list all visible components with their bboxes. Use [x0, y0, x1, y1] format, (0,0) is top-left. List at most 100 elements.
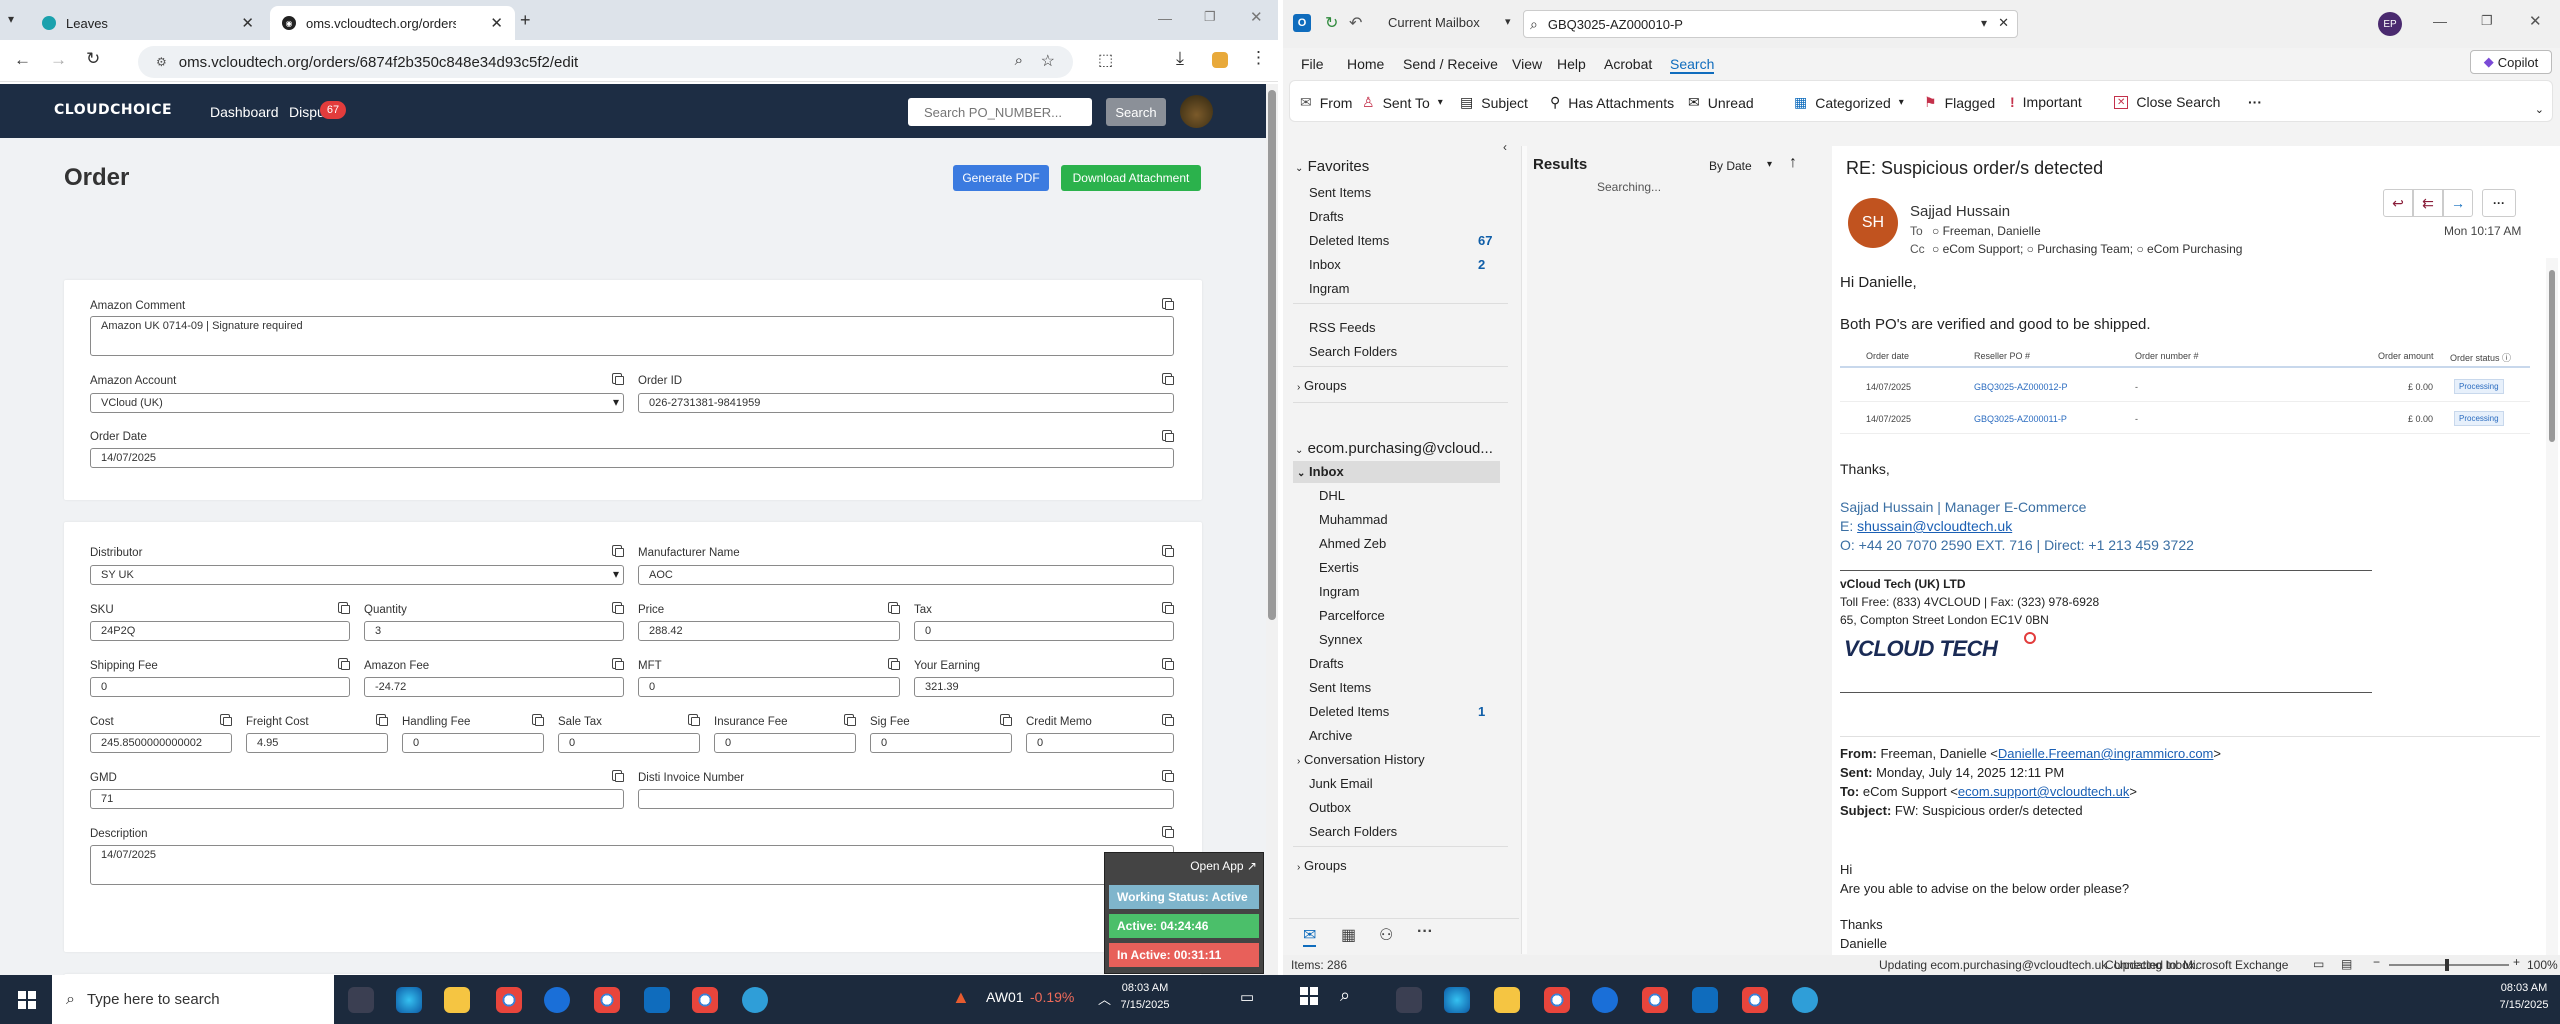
ribbon-close-search[interactable]: ✕ Close Search	[2114, 94, 2220, 110]
ribbon-important[interactable]: ! Important	[2010, 94, 2082, 110]
reading-scrollbar[interactable]	[2546, 258, 2558, 958]
people-icon[interactable]: ⚇	[1379, 925, 1393, 945]
groups-header[interactable]: › Groups	[1297, 858, 1347, 873]
reply-all-icon[interactable]: ⇇	[2413, 189, 2443, 217]
subfolder-item[interactable]: Ahmed Zeb	[1319, 536, 1386, 551]
menu-file[interactable]: File	[1301, 56, 1324, 72]
task-view-icon[interactable]	[348, 987, 374, 1013]
menu-view[interactable]: View	[1512, 56, 1542, 72]
po-link[interactable]: GBQ3025-AZ000011-P	[1974, 414, 2067, 424]
open-app-link[interactable]: Open App ↗	[1190, 859, 1257, 873]
copy-icon[interactable]	[1162, 770, 1174, 782]
normal-view-icon[interactable]: ▭	[2313, 957, 2324, 971]
insurance-fee-field[interactable]: 0	[714, 733, 856, 753]
menu-help[interactable]: Help	[1557, 56, 1586, 72]
site-info-icon[interactable]: ⚙	[156, 55, 167, 69]
po-search-input[interactable]	[908, 98, 1092, 126]
folder-item[interactable]: › Conversation History	[1297, 752, 1425, 767]
menu-send-receive[interactable]: Send / Receive	[1403, 56, 1498, 72]
search-icon[interactable]: ⌕	[1340, 985, 1350, 1006]
signature-email-link[interactable]: shussain@vcloudtech.uk	[1857, 518, 2012, 534]
chevron-down-icon[interactable]: ▾	[1767, 159, 1772, 170]
copy-icon[interactable]	[1162, 826, 1174, 838]
start-icon[interactable]	[1300, 987, 1318, 1005]
quantity-field[interactable]: 3	[364, 621, 624, 641]
ribbon-subject[interactable]: ▤ Subject	[1460, 94, 1528, 111]
tax-field[interactable]: 0	[914, 621, 1174, 641]
maximize-icon[interactable]: ❐	[2481, 13, 2493, 29]
to-recipient[interactable]: ○ Freeman, Danielle	[1932, 224, 2041, 238]
subfolder-item[interactable]: Ingram	[1319, 584, 1359, 599]
copy-icon[interactable]	[338, 658, 350, 670]
copy-icon[interactable]	[338, 602, 350, 614]
close-icon[interactable]: ✕	[490, 14, 503, 32]
zoom-in-icon[interactable]: +	[2513, 955, 2520, 969]
app-icon[interactable]	[742, 987, 768, 1013]
calendar-icon[interactable]: ▦	[1341, 925, 1356, 945]
tab-leaves[interactable]: Leaves ✕	[30, 6, 266, 40]
task-view-icon[interactable]	[1396, 987, 1422, 1013]
handling-fee-field[interactable]: 0	[402, 733, 544, 753]
chrome-profile-icon[interactable]	[1642, 987, 1668, 1013]
zoom-out-icon[interactable]: −	[2373, 955, 2380, 969]
file-explorer-icon[interactable]	[1494, 987, 1520, 1013]
download-icon[interactable]: ⤓	[1176, 48, 1184, 69]
menu-icon[interactable]: ⋮	[1250, 48, 1267, 68]
folder-item[interactable]: Deleted Items	[1309, 704, 1389, 719]
subfolder-item[interactable]: Parcelforce	[1319, 608, 1385, 623]
freight-cost-field[interactable]: 4.95	[246, 733, 388, 753]
order-id-field[interactable]: 026-2731381-9841959	[638, 393, 1174, 413]
folder-item[interactable]: Sent Items	[1309, 680, 1371, 695]
minimize-icon[interactable]: —	[1158, 10, 1172, 26]
ribbon-categorized[interactable]: ▦ Categorized ▾	[1794, 94, 1904, 111]
price-field[interactable]: 288.42	[638, 621, 900, 641]
chrome-profile-icon[interactable]	[594, 987, 620, 1013]
copy-icon[interactable]	[1162, 658, 1174, 670]
folder-item[interactable]: Search Folders	[1309, 824, 1397, 839]
zoom-app-icon[interactable]	[544, 987, 570, 1013]
chrome-profile-icon[interactable]	[692, 987, 718, 1013]
tab-orders[interactable]: ◉ oms.vcloudtech.org/orders/687 ✕	[270, 6, 515, 40]
folder-item[interactable]: Search Folders	[1309, 344, 1397, 359]
chevron-down-icon[interactable]: ▾	[1981, 16, 1987, 30]
copy-icon[interactable]	[612, 602, 624, 614]
amazon-comment-field[interactable]: Amazon UK 0714-09 | Signature required	[90, 316, 1174, 356]
sort-direction-icon[interactable]: ↑	[1789, 154, 1797, 172]
app-logo[interactable]: CLOUDCHOICE	[54, 102, 172, 118]
tab-search-icon[interactable]: ▾	[8, 12, 14, 26]
copy-icon[interactable]	[612, 545, 624, 557]
app-icon[interactable]	[1792, 987, 1818, 1013]
back-icon[interactable]: ←	[14, 50, 31, 70]
maximize-icon[interactable]: ❐	[1204, 9, 1216, 25]
amazon-fee-field[interactable]: -24.72	[364, 677, 624, 697]
mail-icon[interactable]: ✉	[1303, 925, 1317, 947]
credit-memo-field[interactable]: 0	[1026, 733, 1174, 753]
folder-item[interactable]: Outbox	[1309, 800, 1351, 815]
zoom-icon[interactable]: ⌕	[1015, 52, 1023, 69]
edge-icon[interactable]	[1444, 987, 1470, 1013]
zoom-slider-thumb[interactable]	[2445, 959, 2449, 971]
start-icon[interactable]	[18, 991, 36, 1009]
generate-pdf-button[interactable]: Generate PDF	[953, 165, 1049, 191]
cost-field[interactable]: 245.8500000000002	[90, 733, 232, 753]
description-field[interactable]: 14/07/2025	[90, 845, 1174, 885]
chevron-down-icon[interactable]: ⌄	[2535, 103, 2544, 116]
folder-item[interactable]: Drafts	[1309, 209, 1344, 224]
copy-icon[interactable]	[844, 714, 856, 726]
reading-view-icon[interactable]: ▤	[2341, 957, 2352, 971]
sender-avatar[interactable]: SH	[1848, 198, 1898, 248]
copy-icon[interactable]	[888, 658, 900, 670]
copy-icon[interactable]	[1162, 373, 1174, 385]
chrome-icon[interactable]	[496, 987, 522, 1013]
reload-icon[interactable]: ↻	[86, 49, 100, 69]
outlook-app-icon[interactable]	[1692, 987, 1718, 1013]
outlook-app-icon[interactable]	[644, 987, 670, 1013]
address-bar[interactable]: ⚙ oms.vcloudtech.org/orders/6874f2b350c8…	[138, 46, 1073, 78]
copy-icon[interactable]	[376, 714, 388, 726]
account-header[interactable]: ⌄ ecom.purchasing@vcloud...	[1295, 440, 1493, 457]
search-button[interactable]: Search	[1106, 98, 1166, 126]
ribbon-more[interactable]: ···	[2248, 94, 2262, 110]
folder-item[interactable]: Ingram	[1309, 281, 1349, 296]
zoom-app-icon[interactable]	[1592, 987, 1618, 1013]
manufacturer-field[interactable]: AOC	[638, 565, 1174, 585]
